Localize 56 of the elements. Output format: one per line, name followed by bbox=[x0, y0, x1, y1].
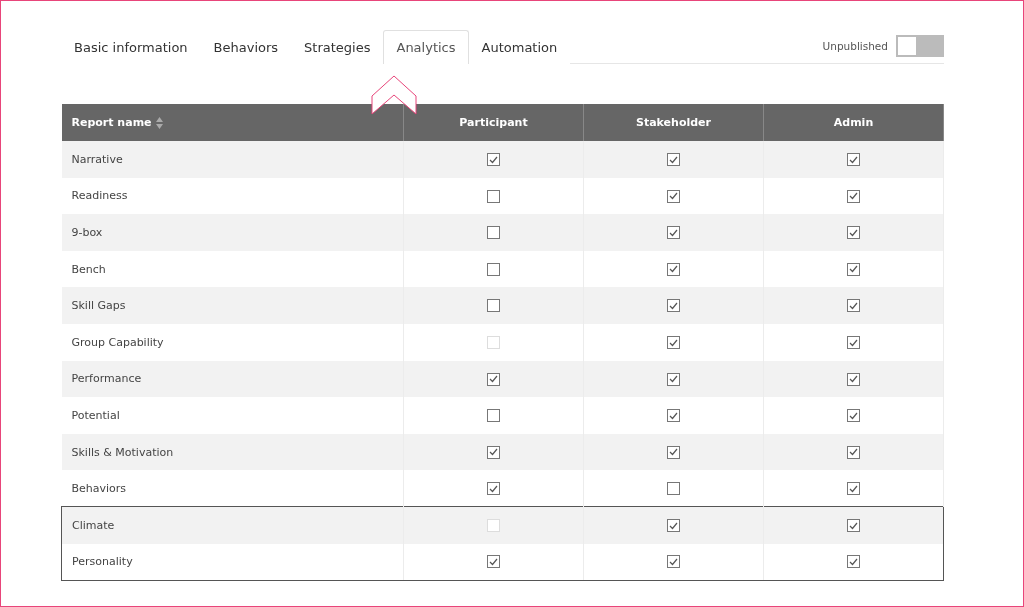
checkbox[interactable] bbox=[667, 299, 680, 313]
checkbox[interactable] bbox=[847, 189, 860, 203]
checkbox[interactable] bbox=[487, 153, 500, 167]
checkbox[interactable] bbox=[847, 153, 860, 167]
column-header: Stakeholder bbox=[583, 104, 764, 141]
checkbox[interactable] bbox=[847, 262, 860, 276]
column-header-label: Report name bbox=[71, 116, 152, 129]
column-header[interactable]: Report name bbox=[61, 104, 404, 141]
checkbox[interactable] bbox=[667, 336, 680, 349]
checkbox[interactable] bbox=[667, 409, 680, 423]
checkbox[interactable] bbox=[487, 372, 500, 386]
checkbox[interactable] bbox=[847, 482, 860, 496]
checkbox[interactable] bbox=[667, 555, 680, 569]
report-name: Personality bbox=[72, 555, 133, 569]
checkbox[interactable] bbox=[487, 482, 500, 496]
checkbox[interactable] bbox=[847, 299, 860, 313]
report-name: Performance bbox=[71, 372, 142, 386]
report-name: Behaviors bbox=[71, 481, 127, 495]
chevron-up-icon bbox=[371, 75, 417, 115]
sort-icon[interactable] bbox=[155, 117, 163, 129]
report-name: Skills & Motivation bbox=[71, 445, 174, 459]
checkbox[interactable] bbox=[667, 372, 680, 386]
report-name: 9-box bbox=[71, 226, 103, 239]
checkbox[interactable] bbox=[487, 445, 500, 459]
checkbox[interactable] bbox=[487, 226, 500, 240]
checkbox[interactable] bbox=[487, 189, 500, 203]
report-name: Climate bbox=[72, 519, 115, 532]
checkbox[interactable] bbox=[487, 409, 500, 423]
publish-status-label: Unpublished bbox=[822, 40, 888, 52]
report-name: Readiness bbox=[71, 189, 128, 203]
report-name: Skill Gaps bbox=[71, 299, 126, 313]
report-name: Bench bbox=[71, 262, 106, 276]
column-header: Participant bbox=[403, 104, 584, 141]
report-name: Narrative bbox=[71, 152, 123, 166]
column-header: Admin bbox=[763, 104, 944, 141]
checkbox[interactable] bbox=[487, 555, 500, 569]
checkbox[interactable] bbox=[847, 409, 860, 423]
checkbox[interactable] bbox=[847, 555, 860, 569]
checkbox[interactable] bbox=[667, 262, 680, 276]
report-name: Group Capability bbox=[71, 335, 164, 349]
checkbox[interactable] bbox=[667, 445, 680, 459]
report-name: Potential bbox=[71, 408, 120, 422]
checkbox[interactable] bbox=[847, 519, 860, 533]
checkbox[interactable] bbox=[847, 372, 860, 386]
checkbox[interactable] bbox=[667, 482, 680, 496]
checkbox[interactable] bbox=[487, 299, 500, 313]
checkbox[interactable] bbox=[667, 189, 680, 203]
checkbox[interactable] bbox=[667, 519, 680, 533]
tab[interactable]: Analytics bbox=[383, 30, 469, 64]
checkbox[interactable] bbox=[847, 336, 860, 349]
checkbox[interactable] bbox=[847, 445, 860, 459]
checkbox[interactable] bbox=[847, 226, 860, 240]
publish-toggle[interactable] bbox=[896, 35, 944, 57]
checkbox[interactable] bbox=[667, 153, 680, 167]
checkbox[interactable] bbox=[667, 226, 680, 240]
checkbox[interactable] bbox=[487, 262, 500, 276]
